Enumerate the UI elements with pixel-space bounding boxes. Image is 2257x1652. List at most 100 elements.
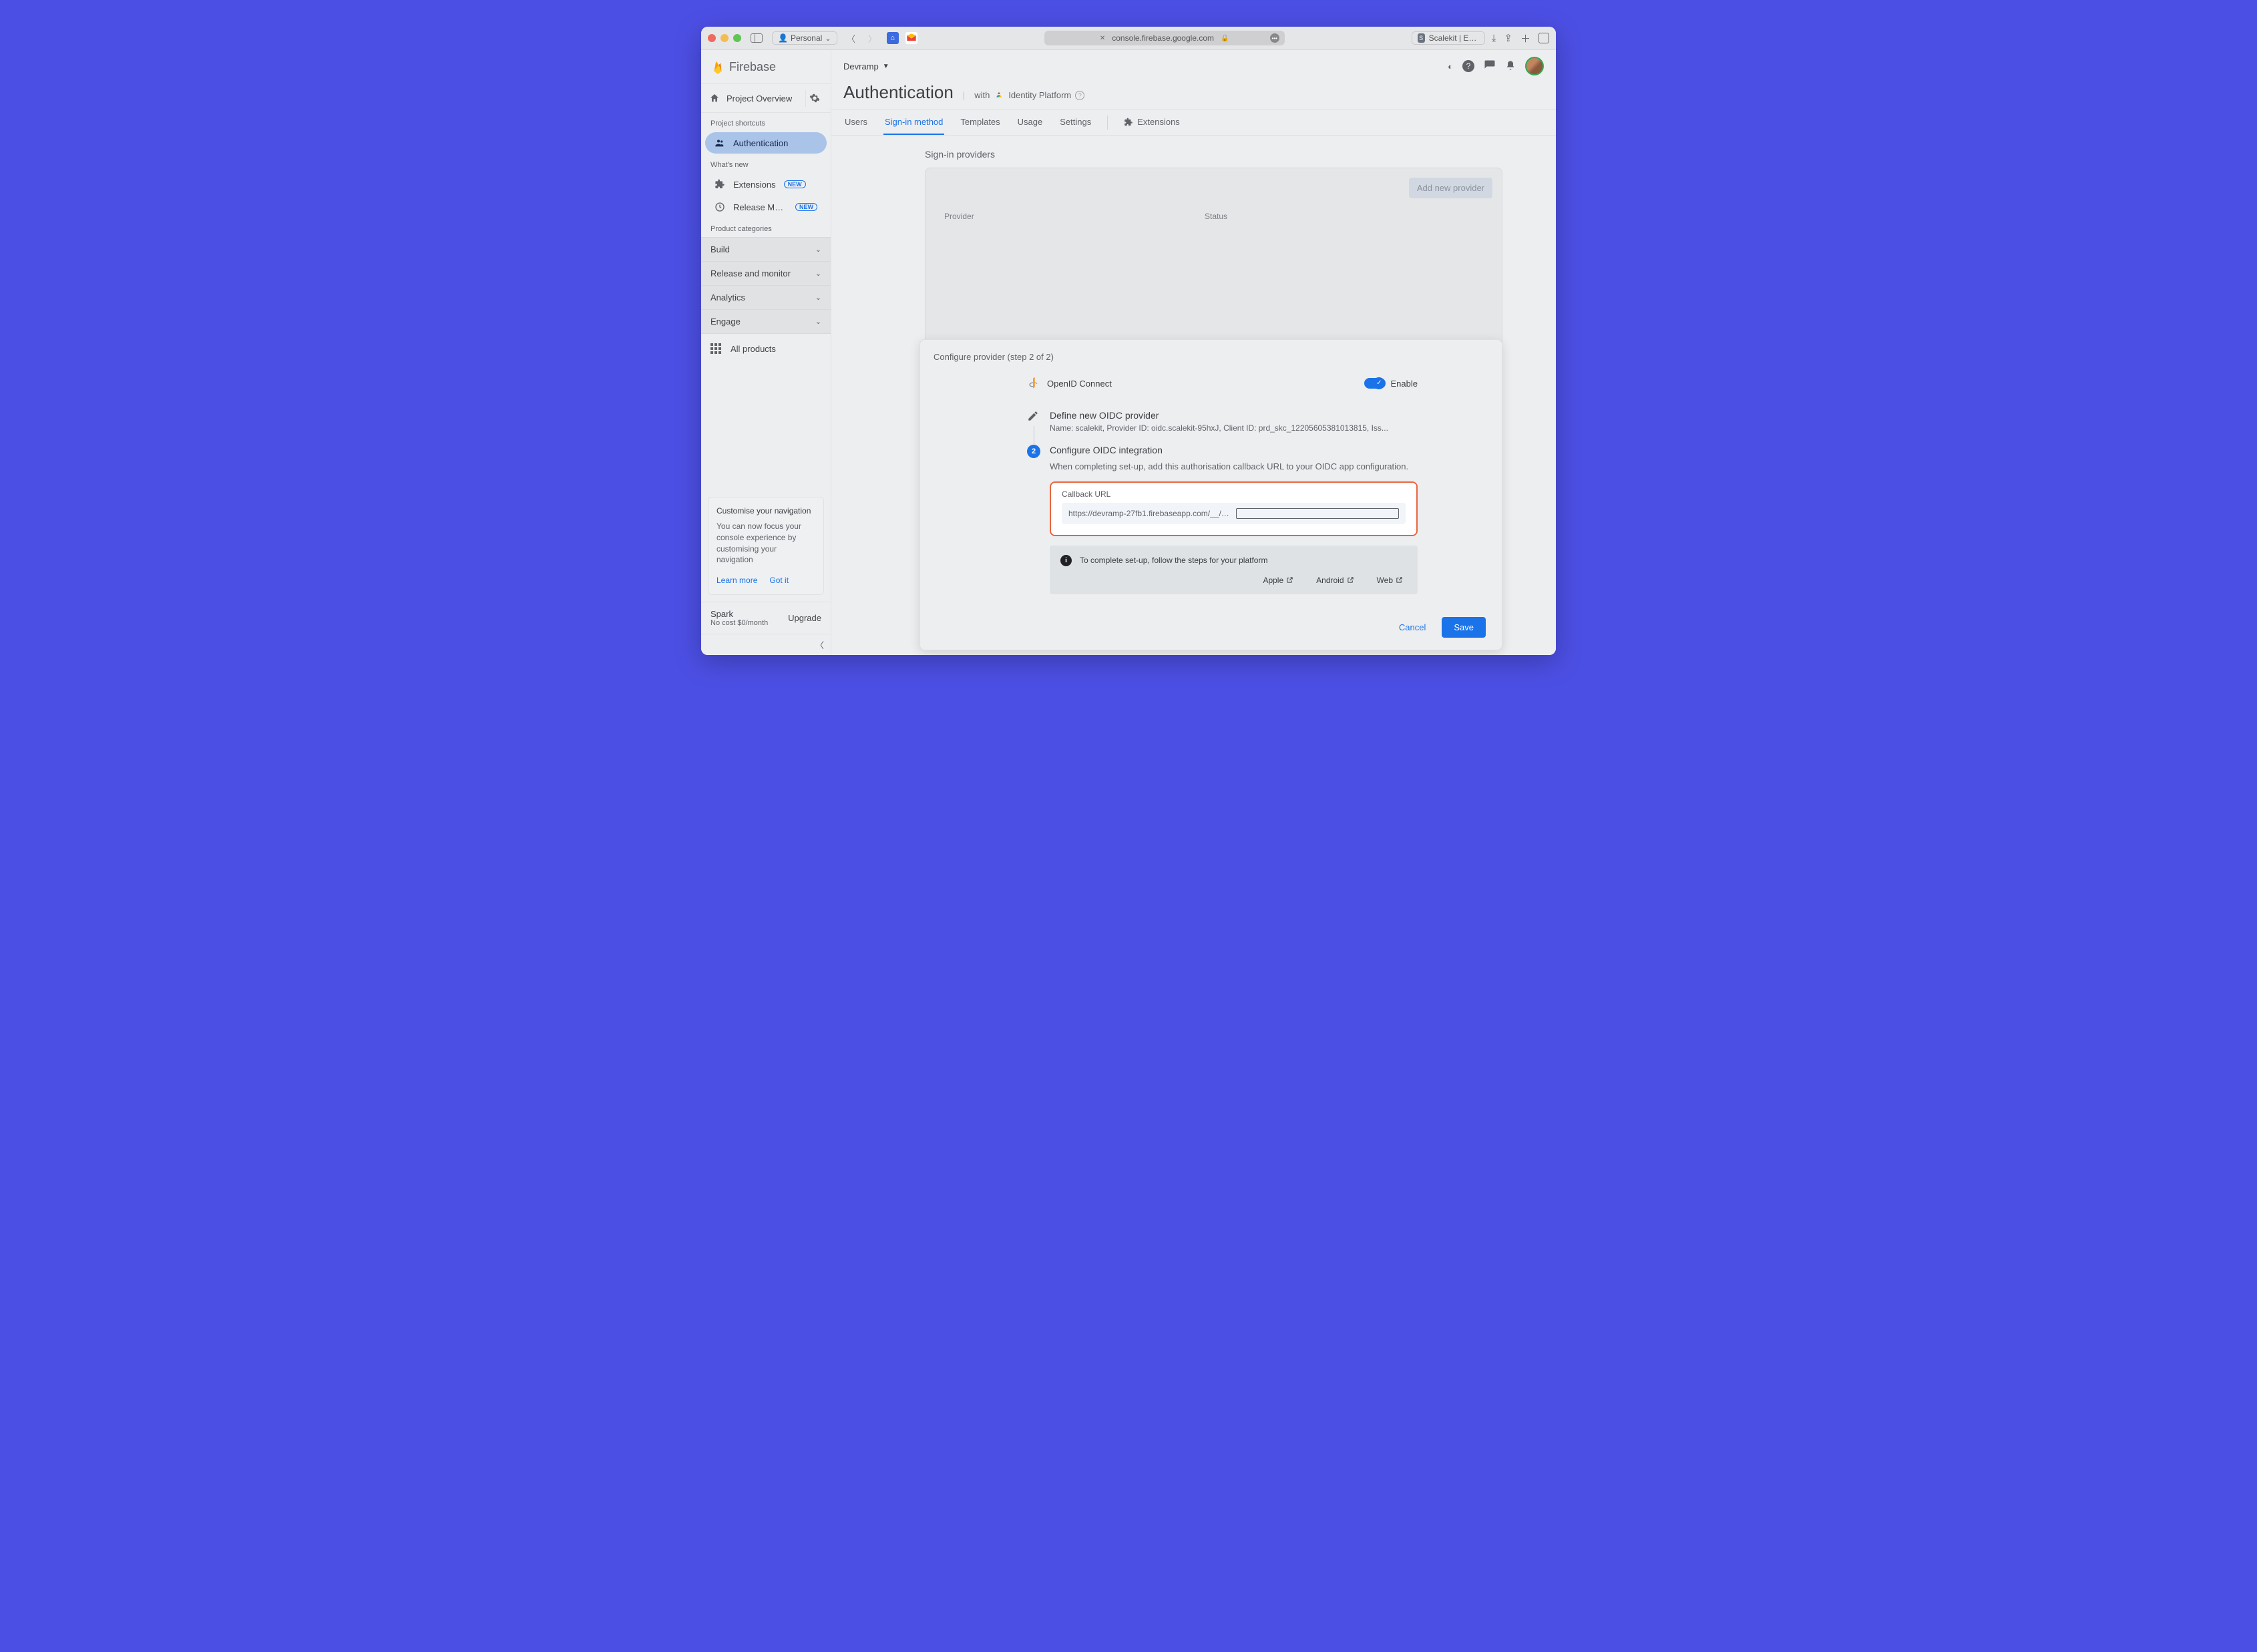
identity-platform-tag: with Identity Platform ? <box>974 90 1084 101</box>
sidebar-item-all-products[interactable]: All products <box>701 334 831 363</box>
gmail-extension-icon[interactable] <box>905 32 917 44</box>
grid-icon <box>710 343 721 354</box>
platform-info-box: i To complete set-up, follow the steps f… <box>1050 546 1418 594</box>
cancel-button[interactable]: Cancel <box>1392 617 1432 638</box>
sidebar-section-categories: Product categories <box>701 218 831 237</box>
sidebar-category-release[interactable]: Release and monitor ⌄ <box>701 262 831 286</box>
enable-row: OpenID Connect ✓ Enable <box>934 377 1488 390</box>
divider: | <box>963 90 965 100</box>
maximize-window-icon[interactable] <box>733 34 741 42</box>
tab-signin-method[interactable]: Sign-in method <box>883 110 944 135</box>
link-label: Android <box>1316 576 1344 585</box>
browser-sidebar-toggle-icon[interactable] <box>751 33 763 43</box>
browser-forward-button: 〉 <box>865 31 880 45</box>
tab-label: Extensions <box>1137 117 1180 127</box>
sidebar-item-project-overview[interactable]: Project Overview <box>709 93 805 104</box>
step-2: 2 Configure OIDC integration When comple… <box>1027 445 1418 606</box>
platform-link-web[interactable]: Web <box>1377 576 1403 585</box>
with-label: with <box>974 90 990 100</box>
google-cloud-icon <box>994 90 1004 101</box>
platform-link-android[interactable]: Android <box>1316 576 1354 585</box>
tab-users[interactable]: Users <box>843 110 869 135</box>
minimize-window-icon[interactable] <box>721 34 729 42</box>
sidebar-item-authentication[interactable]: Authentication <box>705 132 827 154</box>
help-icon[interactable]: ? <box>1462 60 1474 72</box>
browser-right-actions: ⤓ ⇪ ＋ <box>1492 31 1549 45</box>
enable-toggle[interactable]: ✓ <box>1364 378 1386 389</box>
share-icon[interactable]: ⇪ <box>1504 32 1512 44</box>
promo-learn-more-link[interactable]: Learn more <box>716 575 757 586</box>
link-label: Apple <box>1263 576 1283 585</box>
bitwarden-extension-icon[interactable]: ⌂ <box>887 32 899 44</box>
sidebar-item-label: Release Monito... <box>733 202 787 212</box>
sidebar-item-label: Extensions <box>733 180 776 190</box>
tab-settings[interactable]: Settings <box>1058 110 1092 135</box>
site-settings-icon[interactable]: ✕ <box>1100 35 1105 42</box>
feedback-icon[interactable] <box>1484 59 1496 73</box>
firebase-flame-icon <box>712 59 724 74</box>
openid-label: OpenID Connect <box>1047 379 1112 389</box>
new-badge: NEW <box>795 203 817 211</box>
platform-link-apple[interactable]: Apple <box>1263 576 1293 585</box>
sidebar-category-analytics[interactable]: Analytics ⌄ <box>701 286 831 310</box>
tab-usage[interactable]: Usage <box>1016 110 1044 135</box>
browser-back-button[interactable]: 〈 <box>844 31 859 45</box>
info-text: To complete set-up, follow the steps for… <box>1080 556 1267 565</box>
dark-mode-icon[interactable]: ◐ <box>1448 61 1453 71</box>
downloads-icon[interactable]: ⤓ <box>1492 33 1496 44</box>
address-url: console.firebase.google.com <box>1112 33 1214 43</box>
upgrade-button[interactable]: Upgrade <box>788 613 821 623</box>
sidebar-category-engage[interactable]: Engage ⌄ <box>701 310 831 334</box>
page-actions-icon[interactable]: ••• <box>1270 33 1279 43</box>
new-tab-icon[interactable]: ＋ <box>1520 31 1530 45</box>
project-name: Devramp <box>843 61 879 71</box>
category-label: Analytics <box>710 292 745 302</box>
project-settings-button[interactable] <box>805 89 823 107</box>
sidebar-category-build[interactable]: Build ⌄ <box>701 237 831 262</box>
save-button[interactable]: Save <box>1442 617 1486 638</box>
step2-description: When completing set-up, add this authori… <box>1050 461 1418 473</box>
configure-provider-modal: Configure provider (step 2 of 2) OpenID … <box>919 339 1502 650</box>
info-icon[interactable]: ? <box>1075 91 1084 100</box>
link-label: Web <box>1377 576 1393 585</box>
address-bar[interactable]: ✕ console.firebase.google.com 🔒 ••• <box>1044 31 1285 45</box>
table-header: Provider Status <box>935 208 1492 225</box>
pinned-tab-scalekit[interactable]: S Scalekit | Enterp... <box>1412 31 1485 45</box>
callback-label: Callback URL <box>1062 489 1406 499</box>
extensions-icon <box>1124 118 1133 127</box>
traffic-lights[interactable] <box>708 34 741 42</box>
user-avatar[interactable] <box>1525 57 1544 75</box>
add-provider-button[interactable]: Add new provider <box>1409 178 1492 198</box>
plan-name: Spark <box>710 609 768 619</box>
column-provider: Provider <box>944 212 1205 221</box>
sidebar-item-extensions[interactable]: Extensions NEW <box>705 174 827 195</box>
plan-row: Spark No cost $0/month Upgrade <box>701 602 831 634</box>
platform-links: Apple Android Web <box>1060 576 1407 585</box>
callback-url-value: https://devramp-27fb1.firebaseapp.com/__… <box>1068 509 1231 518</box>
tab-templates[interactable]: Templates <box>959 110 1001 135</box>
chevron-down-icon: ⌄ <box>815 293 821 302</box>
tab-extensions[interactable]: Extensions <box>1122 110 1181 135</box>
scalekit-favicon-icon: S <box>1418 33 1425 43</box>
step-1: Define new OIDC provider Name: scalekit,… <box>1027 410 1418 445</box>
modal-actions: Cancel Save <box>934 606 1488 638</box>
monitor-icon <box>714 202 725 212</box>
close-window-icon[interactable] <box>708 34 716 42</box>
section-title: Sign-in providers <box>925 149 1502 160</box>
firebase-sidebar: Firebase Project Overview Project shortc… <box>701 50 831 655</box>
copy-icon[interactable] <box>1236 508 1400 519</box>
notifications-icon[interactable] <box>1505 59 1516 73</box>
browser-profile-chip[interactable]: 👤 Personal ⌄ <box>772 31 837 45</box>
pencil-icon[interactable] <box>1027 410 1040 423</box>
sidebar-item-release-monitor[interactable]: Release Monito... NEW <box>705 196 827 218</box>
sidebar-collapse-button[interactable]: 〈 <box>701 634 831 655</box>
check-icon: ✓ <box>1376 379 1382 387</box>
firebase-brand[interactable]: Firebase <box>701 50 831 83</box>
callback-url-field: https://devramp-27fb1.firebaseapp.com/__… <box>1062 503 1406 524</box>
chevron-down-icon: ⌄ <box>825 34 831 43</box>
category-label: Release and monitor <box>710 268 791 278</box>
sidebar-section-whatsnew: What's new <box>701 154 831 173</box>
promo-gotit-link[interactable]: Got it <box>769 575 789 586</box>
project-selector[interactable]: Devramp ▼ <box>843 61 889 71</box>
tab-overview-icon[interactable] <box>1538 33 1549 43</box>
